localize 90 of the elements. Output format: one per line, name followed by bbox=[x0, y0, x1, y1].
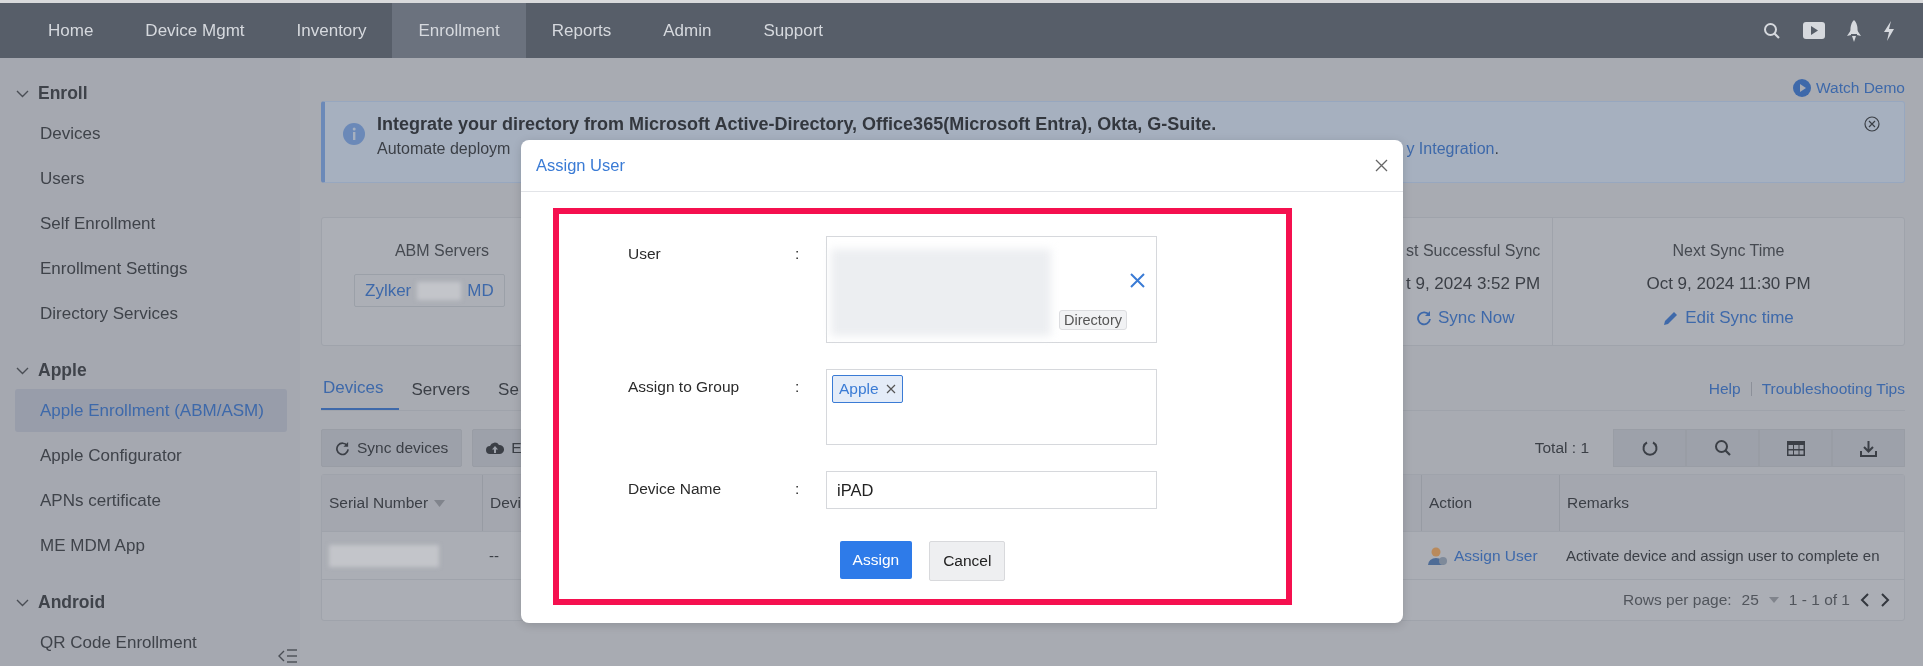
server-select[interactable]: Zylker MD bbox=[354, 274, 505, 307]
field-label: Device Name bbox=[628, 479, 723, 498]
column-header[interactable]: Remarks bbox=[1559, 475, 1904, 531]
next-page-icon[interactable] bbox=[1880, 593, 1890, 607]
nav-tab[interactable]: Enrollment bbox=[392, 3, 526, 58]
directory-tag: Directory bbox=[1059, 310, 1127, 330]
field-label: User bbox=[628, 244, 662, 263]
nav-tab[interactable]: Admin bbox=[637, 3, 738, 58]
clear-icon[interactable] bbox=[1130, 273, 1145, 288]
page-range: 1 - 1 of 1 bbox=[1788, 591, 1850, 609]
nav-tab[interactable]: Device Mgmt bbox=[119, 3, 271, 58]
download-button[interactable] bbox=[1832, 429, 1905, 467]
nav-tab[interactable]: Support bbox=[737, 3, 849, 58]
banner-title: Integrate your directory from Microsoft Active-Directory, Office365(Microsoft Entra), Okta, G-Suite. bbox=[377, 114, 1218, 135]
sidebar-item[interactable]: Enrollment Settings bbox=[15, 247, 287, 290]
field-colon: : bbox=[795, 377, 801, 396]
last-sync-value: t 9, 2024 3:52 PM bbox=[1406, 274, 1541, 294]
rows-per-page-select[interactable]: 25 bbox=[1741, 591, 1779, 609]
previous-page-icon[interactable] bbox=[1860, 593, 1870, 607]
collapse-sidebar-icon[interactable] bbox=[278, 648, 298, 664]
sidebar-item[interactable]: Apple Configurator bbox=[15, 434, 287, 477]
user-icon bbox=[1428, 545, 1448, 566]
device-name-field[interactable]: iPAD bbox=[826, 471, 1157, 509]
assign-button[interactable]: Assign bbox=[839, 541, 913, 579]
cloud-upload-icon bbox=[486, 441, 505, 455]
group-field[interactable]: Apple bbox=[826, 369, 1157, 445]
banner-text: y Integration. bbox=[1406, 140, 1499, 158]
tab[interactable]: Devices bbox=[321, 378, 400, 410]
sidebar-item[interactable]: Self Enrollment bbox=[15, 202, 287, 245]
caret-icon bbox=[1768, 597, 1779, 603]
abm-servers-label: ABM Servers bbox=[394, 242, 490, 260]
close-icon[interactable] bbox=[1375, 159, 1388, 172]
column-header[interactable]: Action bbox=[1421, 475, 1559, 531]
nav-tab[interactable]: Home bbox=[22, 3, 120, 58]
troubleshooting-link[interactable]: Troubleshooting Tips bbox=[1761, 380, 1905, 398]
total-count: Total : 1 bbox=[1534, 439, 1589, 457]
assign-user-link[interactable]: Assign User bbox=[1428, 545, 1538, 566]
rows-per-page-label: Rows per page: bbox=[1623, 591, 1732, 609]
lightning-icon[interactable] bbox=[1883, 20, 1895, 41]
sidebar-heading: Apple bbox=[38, 359, 87, 381]
sync-devices-button[interactable]: Sync devices bbox=[321, 429, 463, 467]
tab[interactable]: Servers bbox=[409, 380, 487, 410]
column-header[interactable]: Serial Number bbox=[322, 475, 482, 531]
cancel-button[interactable]: Cancel bbox=[929, 541, 1006, 581]
pencil-icon bbox=[1663, 310, 1680, 326]
column-header[interactable]: Devi bbox=[490, 494, 521, 512]
integration-link[interactable]: y Integration bbox=[1406, 140, 1495, 157]
info-icon bbox=[343, 123, 365, 145]
refresh-button[interactable] bbox=[1613, 429, 1686, 467]
banner-text: Automate deploym bbox=[377, 140, 511, 158]
refresh-icon bbox=[1640, 439, 1659, 457]
nav-tab[interactable]: Reports bbox=[525, 3, 638, 58]
sidebar-item[interactable]: QR Code Enrollment bbox=[15, 621, 287, 664]
table-cell-text: Activate device and assign user to complete en bbox=[1565, 546, 1881, 566]
watch-demo-link[interactable]: Watch Demo bbox=[1816, 79, 1905, 97]
field-colon: : bbox=[795, 244, 801, 263]
remove-icon[interactable] bbox=[885, 384, 896, 394]
search-icon bbox=[1713, 439, 1732, 457]
video-play-icon[interactable] bbox=[1803, 22, 1825, 39]
sidebar-item[interactable]: Devices bbox=[15, 112, 287, 155]
search-icon[interactable] bbox=[1763, 21, 1781, 40]
table-icon bbox=[1786, 440, 1805, 456]
help-link[interactable]: Help bbox=[1708, 380, 1741, 398]
rocket-icon[interactable] bbox=[1847, 19, 1861, 42]
sidebar-item[interactable]: Directory Services bbox=[15, 292, 287, 335]
sidebar-item[interactable]: ME MDM App bbox=[15, 524, 287, 567]
sidebar-heading: Android bbox=[38, 591, 106, 613]
columns-button[interactable] bbox=[1759, 429, 1832, 467]
group-tag[interactable]: Apple bbox=[832, 375, 903, 403]
sidebar-heading: Enroll bbox=[38, 82, 88, 104]
last-sync-label: st Successful Sync bbox=[1406, 242, 1541, 260]
user-field[interactable]: Directory bbox=[826, 236, 1157, 343]
field-colon: : bbox=[795, 479, 801, 498]
refresh-icon bbox=[1416, 310, 1432, 326]
sync-now-link[interactable]: Sync Now bbox=[1416, 308, 1515, 328]
play-circle-icon[interactable] bbox=[1793, 79, 1811, 97]
sidebar-item[interactable]: APNs certificate bbox=[15, 479, 287, 522]
refresh-icon bbox=[335, 440, 350, 456]
download-icon bbox=[1860, 439, 1877, 457]
search-button[interactable] bbox=[1686, 429, 1759, 467]
sidebar-item[interactable]: Users bbox=[15, 157, 287, 200]
next-sync-label: Next Sync Time bbox=[1672, 242, 1785, 260]
dialog-title: Assign User bbox=[536, 156, 625, 175]
edit-sync-time-link[interactable]: Edit Sync time bbox=[1663, 308, 1794, 328]
nav-tab[interactable]: Inventory bbox=[270, 3, 393, 58]
field-label: Assign to Group bbox=[628, 377, 741, 396]
close-icon[interactable] bbox=[1864, 116, 1880, 132]
next-sync-value: Oct 9, 2024 11:30 PM bbox=[1646, 274, 1811, 294]
sort-icon bbox=[434, 499, 446, 507]
table-cell: -- bbox=[489, 547, 499, 564]
